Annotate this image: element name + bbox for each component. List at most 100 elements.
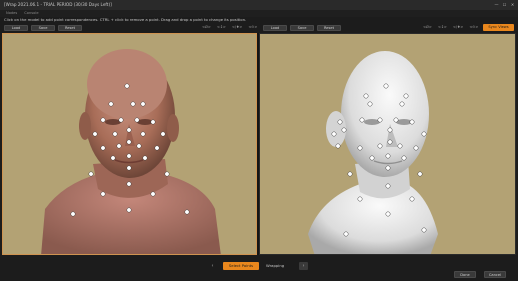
correspondence-point[interactable]	[134, 117, 140, 123]
correspondence-point[interactable]	[100, 191, 106, 197]
left-toolbar: Load Save Reset	[4, 23, 85, 32]
window-controls: — ☐ ✕	[494, 2, 515, 7]
correspondence-point[interactable]	[385, 165, 391, 171]
correspondence-point[interactable]	[126, 127, 132, 133]
next-step-button[interactable]: ›	[299, 262, 308, 270]
correspondence-point[interactable]	[126, 181, 132, 187]
left-nav-item[interactable]: <↕>	[217, 25, 226, 29]
window-title: [Wrap 2021.06.1 - TRIAL PERIOD (30/30 Da…	[4, 2, 112, 7]
menu-item-nodes[interactable]: Nodes	[6, 10, 17, 17]
correspondence-point[interactable]	[88, 171, 94, 177]
correspondence-point[interactable]	[110, 155, 116, 161]
right-save-button[interactable]: Save	[290, 24, 314, 31]
correspondence-point[interactable]	[337, 119, 343, 125]
correspondence-point[interactable]	[393, 117, 399, 123]
left-reset-button[interactable]: Reset	[58, 24, 82, 31]
correspondence-point[interactable]	[140, 101, 146, 107]
correspondence-point[interactable]	[343, 231, 349, 237]
left-nav-item[interactable]: </♦>	[232, 25, 242, 29]
cancel-button[interactable]: Cancel	[484, 271, 506, 278]
right-nav-item[interactable]: <⊙>	[469, 25, 478, 29]
correspondence-point[interactable]	[409, 196, 415, 202]
correspondence-point[interactable]	[92, 131, 98, 137]
done-button[interactable]: Done	[454, 271, 476, 278]
correspondence-point[interactable]	[421, 131, 427, 137]
correspondence-point[interactable]	[136, 143, 142, 149]
correspondence-point[interactable]	[140, 131, 146, 137]
right-nav-item[interactable]: <↕>	[438, 25, 447, 29]
left-view-nav: <Ø> <↕> </♦> <⊙>	[202, 25, 257, 29]
scan-head-model[interactable]	[3, 34, 257, 255]
correspondence-point[interactable]	[385, 153, 391, 159]
left-viewport[interactable]	[2, 33, 257, 255]
correspondence-point[interactable]	[150, 119, 156, 125]
right-reset-button[interactable]: Reset	[317, 24, 341, 31]
correspondence-point[interactable]	[403, 93, 409, 99]
correspondence-point[interactable]	[112, 131, 118, 137]
correspondence-point[interactable]	[126, 165, 132, 171]
correspondence-point[interactable]	[399, 101, 405, 107]
correspondence-point[interactable]	[335, 143, 341, 149]
left-nav-item[interactable]: <⊙>	[248, 25, 257, 29]
correspondence-point[interactable]	[100, 145, 106, 151]
correspondence-point[interactable]	[357, 196, 363, 202]
correspondence-point[interactable]	[150, 191, 156, 197]
correspondence-point[interactable]	[347, 171, 353, 177]
correspondence-point[interactable]	[369, 155, 375, 161]
correspondence-point[interactable]	[377, 117, 383, 123]
left-save-button[interactable]: Save	[31, 24, 55, 31]
correspondence-point[interactable]	[154, 145, 160, 151]
correspondence-point[interactable]	[160, 131, 166, 137]
correspondence-point[interactable]	[164, 171, 170, 177]
left-nav-item[interactable]: <Ø>	[202, 25, 211, 29]
correspondence-point[interactable]	[387, 127, 393, 133]
correspondence-point[interactable]	[126, 207, 132, 213]
correspondence-point[interactable]	[118, 117, 124, 123]
correspondence-point[interactable]	[184, 209, 190, 215]
right-nav-item[interactable]: </♦>	[453, 25, 463, 29]
minimize-icon[interactable]: —	[494, 2, 499, 7]
close-icon[interactable]: ✕	[510, 2, 515, 7]
correspondence-point[interactable]	[367, 101, 373, 107]
bottom-bar	[0, 256, 518, 281]
correspondence-point[interactable]	[363, 93, 369, 99]
correspondence-point[interactable]	[100, 117, 106, 123]
correspondence-point[interactable]	[377, 143, 383, 149]
maximize-icon[interactable]: ☐	[502, 2, 507, 7]
correspondence-point[interactable]	[126, 139, 132, 145]
correspondence-point[interactable]	[413, 145, 419, 151]
correspondence-point[interactable]	[421, 227, 427, 233]
wrapping-label[interactable]: Wrapping	[266, 262, 284, 270]
title-bar: [Wrap 2021.06.1 - TRIAL PERIOD (30/30 Da…	[0, 0, 518, 10]
menu-item-console[interactable]: Console	[24, 10, 38, 17]
left-load-button[interactable]: Load	[4, 24, 28, 31]
right-view-nav: <Ø> <↕> </♦> <⊙>	[423, 25, 478, 29]
right-load-button[interactable]: Load	[263, 24, 287, 31]
correspondence-point[interactable]	[417, 171, 423, 177]
correspondence-point[interactable]	[126, 153, 132, 159]
correspondence-point[interactable]	[70, 211, 76, 217]
correspondence-point[interactable]	[116, 143, 122, 149]
correspondence-point[interactable]	[385, 183, 391, 189]
correspondence-point[interactable]	[331, 131, 337, 137]
sculpt-head-model[interactable]	[260, 34, 516, 255]
correspondence-point[interactable]	[130, 101, 136, 107]
correspondence-point[interactable]	[401, 155, 407, 161]
right-viewport[interactable]	[259, 33, 516, 255]
correspondence-point[interactable]	[387, 139, 393, 145]
correspondence-point[interactable]	[341, 127, 347, 133]
correspondence-point[interactable]	[124, 83, 130, 89]
correspondence-point[interactable]	[108, 101, 114, 107]
correspondence-point[interactable]	[359, 117, 365, 123]
correspondence-point[interactable]	[357, 145, 363, 151]
menu-bar: Nodes Console	[0, 10, 518, 17]
select-points-button[interactable]: Select Points	[223, 262, 259, 270]
correspondence-point[interactable]	[142, 155, 148, 161]
correspondence-point[interactable]	[409, 119, 415, 125]
correspondence-point[interactable]	[397, 143, 403, 149]
correspondence-point[interactable]	[383, 83, 389, 89]
previous-step-button[interactable]: ‹	[208, 262, 217, 270]
sync-views-button[interactable]: Sync Views	[483, 24, 514, 31]
right-nav-item[interactable]: <Ø>	[423, 25, 432, 29]
correspondence-point[interactable]	[385, 211, 391, 217]
